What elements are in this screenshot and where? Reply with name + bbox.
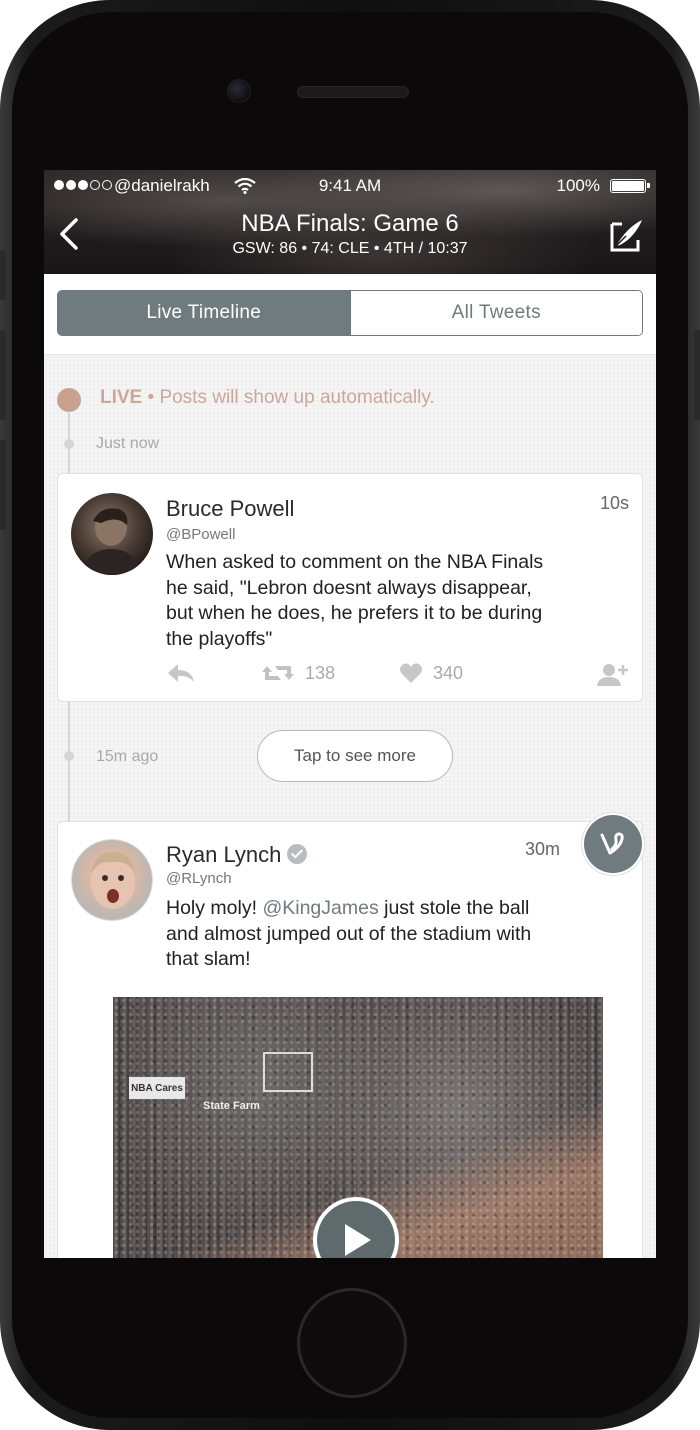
reply-icon bbox=[168, 664, 194, 682]
front-camera bbox=[227, 79, 251, 103]
arena-sign: State Farm bbox=[203, 1100, 260, 1112]
tab-bar: Live Timeline All Tweets bbox=[44, 274, 656, 355]
vine-badge[interactable] bbox=[581, 812, 645, 876]
live-banner-text: • Posts will show up automatically. bbox=[142, 387, 435, 408]
tab-all-tweets[interactable]: All Tweets bbox=[349, 291, 642, 335]
tweet-text-line: the playoffs" bbox=[166, 627, 273, 650]
page-title: NBA Finals: Game 6 bbox=[241, 210, 459, 237]
retweet-icon bbox=[262, 666, 294, 680]
tweet-text: When asked to comment on the NBA Finals … bbox=[166, 550, 606, 652]
retweet-count: 138 bbox=[305, 662, 336, 683]
like-count: 340 bbox=[433, 662, 464, 683]
battery-percent: 100% bbox=[556, 176, 600, 195]
timeline-node bbox=[64, 751, 74, 761]
heart-icon bbox=[400, 663, 422, 683]
timeline[interactable]: LIVE • Posts will show up automatically.… bbox=[44, 355, 656, 1258]
author-handle[interactable]: @RLynch bbox=[166, 870, 232, 887]
earpiece-speaker bbox=[297, 86, 409, 98]
compose-button[interactable] bbox=[608, 214, 644, 254]
tweet-card[interactable]: Bruce Powell @BPowell 10s When asked to … bbox=[57, 473, 643, 702]
add-user-icon bbox=[597, 664, 628, 686]
segmented-control: Live Timeline All Tweets bbox=[57, 290, 643, 336]
retweet-button[interactable]: 138 bbox=[261, 662, 335, 684]
tweet-text: Holy moly! @KingJames just stole the bal… bbox=[166, 896, 606, 973]
play-icon bbox=[345, 1224, 371, 1256]
timeline-node bbox=[64, 439, 74, 449]
follow-button[interactable] bbox=[596, 662, 630, 688]
author-name[interactable]: Bruce Powell bbox=[166, 496, 294, 522]
avatar[interactable] bbox=[71, 493, 153, 575]
status-bar: @danielrakh 9:41 AM 100% bbox=[44, 176, 656, 198]
tweet-time: 30m bbox=[524, 839, 560, 859]
tweet-actions: 138 340 bbox=[166, 662, 632, 688]
tweet-text-line: that slam! bbox=[166, 948, 251, 970]
tab-live-timeline[interactable]: Live Timeline bbox=[58, 291, 350, 335]
volume-up-button bbox=[0, 330, 6, 420]
tweet-text-segment: just stole the ball bbox=[378, 897, 530, 919]
battery-icon bbox=[610, 179, 650, 193]
phone-frame: @danielrakh 9:41 AM 100% NBA Finals: Gam… bbox=[0, 0, 700, 1430]
tap-to-see-more-button[interactable]: Tap to see more bbox=[257, 730, 453, 782]
home-button[interactable] bbox=[297, 1288, 407, 1398]
basketball-hoop-image bbox=[263, 1052, 313, 1092]
live-label: LIVE bbox=[100, 387, 143, 408]
live-indicator-icon bbox=[57, 388, 81, 412]
tweet-text-line: When asked to comment on the NBA Finals bbox=[166, 551, 544, 573]
verified-badge-icon bbox=[287, 844, 308, 864]
power-button bbox=[694, 330, 700, 420]
tweet-text-line: and almost jumped out of the stadium wit… bbox=[166, 922, 532, 945]
author-name[interactable]: Ryan Lynch bbox=[166, 842, 281, 867]
arena-sign: NBA Cares bbox=[129, 1077, 185, 1099]
compose-quill-icon bbox=[610, 220, 642, 252]
live-banner: LIVE • Posts will show up automatically. bbox=[100, 387, 435, 409]
volume-down-button bbox=[0, 440, 6, 530]
tweet-text-line: he said, "Lebron doesnt always disappear… bbox=[166, 576, 532, 599]
tweet-card[interactable]: Ryan Lynch @RLynch 30m Holy moly! @KingJ… bbox=[57, 821, 643, 1258]
tweet-text-line: Holy moly! @KingJames just stole the bal… bbox=[166, 896, 606, 922]
tweet-time: 10s bbox=[599, 493, 629, 513]
header: @danielrakh 9:41 AM 100% NBA Finals: Gam… bbox=[44, 170, 656, 274]
game-score: GSW: 86 • 74: CLE • 4TH / 10:37 bbox=[232, 240, 468, 257]
video-thumbnail[interactable]: NBA Cares State Farm bbox=[113, 997, 603, 1258]
author-name-row: Ryan Lynch bbox=[166, 842, 308, 868]
tweet-text-line: but when he does, he prefers it to be du… bbox=[166, 602, 543, 624]
timestamp-label: Just now bbox=[96, 435, 160, 452]
app-screen: @danielrakh 9:41 AM 100% NBA Finals: Gam… bbox=[44, 170, 656, 1258]
avatar[interactable] bbox=[71, 839, 153, 921]
timeline-rail bbox=[68, 702, 70, 821]
reply-button[interactable] bbox=[166, 662, 196, 684]
like-button[interactable]: 340 bbox=[399, 662, 463, 684]
author-handle[interactable]: @BPowell bbox=[166, 526, 235, 543]
mute-switch bbox=[0, 250, 6, 300]
vine-logo-icon bbox=[584, 815, 642, 873]
mention-link[interactable]: @KingJames bbox=[262, 897, 378, 919]
timestamp-label: 15m ago bbox=[96, 748, 159, 765]
tweet-text-segment: Holy moly! bbox=[166, 897, 263, 919]
